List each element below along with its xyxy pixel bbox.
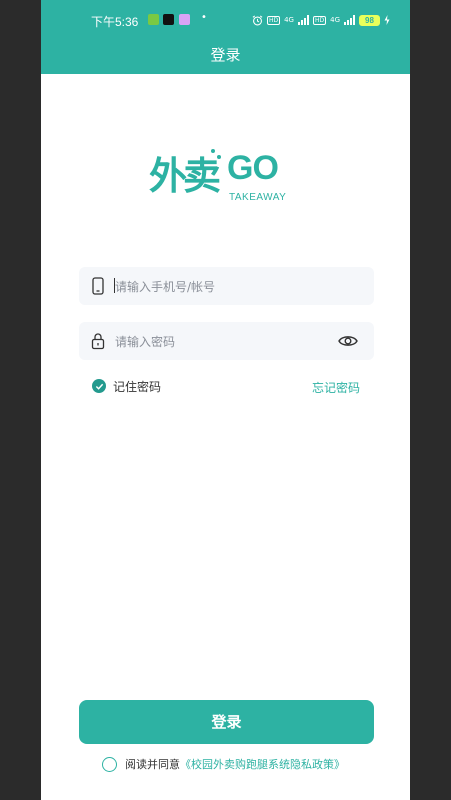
remember-password-label: 记住密码	[113, 379, 162, 394]
phone-field[interactable]: 请输入手机号/帐号	[79, 267, 374, 305]
nav-bar: 登录	[41, 40, 410, 74]
more-notifications-dot: •	[201, 12, 207, 23]
app-notification-icon	[179, 14, 190, 25]
battery-icon: 98	[359, 14, 380, 26]
checkmark-icon[interactable]	[92, 379, 106, 393]
hd-voice-icon: HD	[266, 15, 281, 25]
download-notification-icon	[148, 14, 159, 25]
phone-icon	[92, 277, 104, 295]
password-input[interactable]: 请输入密码	[115, 333, 175, 350]
agree-radio[interactable]	[102, 756, 117, 772]
lock-icon	[91, 333, 105, 350]
hd-voice-icon-2: HD	[312, 15, 327, 25]
privacy-agreement: 阅读并同意 《校园外卖购跑腿系统隐私政策》	[102, 756, 345, 772]
forgot-password-link[interactable]: 忘记密码	[312, 379, 360, 396]
privacy-policy-link[interactable]: 《校园外卖购跑腿系统隐私政策》	[180, 756, 345, 772]
eye-icon[interactable]	[338, 332, 358, 350]
logo-dot	[217, 155, 221, 159]
logo-chinese-text: 外卖	[149, 154, 221, 198]
alarm-icon	[252, 15, 263, 25]
page-title: 登录	[210, 46, 241, 64]
remember-password-toggle[interactable]: 记住密码	[92, 377, 161, 395]
status-time: 下午5:36	[91, 15, 139, 29]
app-logo: 外卖 GO TAKEAWAY	[149, 145, 299, 207]
agree-prefix: 阅读并同意	[125, 758, 180, 771]
logo-english-text: TAKEAWAY	[229, 192, 287, 203]
network-type-2: 4G	[330, 16, 340, 24]
password-field[interactable]: 请输入密码	[79, 322, 374, 360]
login-button[interactable]: 登录	[79, 700, 374, 744]
signal-icon	[297, 15, 309, 25]
logo-dot	[211, 149, 215, 153]
capcut-notification-icon	[163, 14, 174, 25]
app-screen: 下午5:36 • HD 4G HD 4G 98 登录 外卖 GO TAKEAWA…	[41, 0, 410, 800]
status-bar: 下午5:36 • HD 4G HD 4G 98	[41, 0, 410, 40]
network-type-1: 4G	[284, 16, 294, 24]
status-icons: HD 4G HD 4G 98	[252, 13, 390, 27]
logo-go-text: GO	[227, 149, 279, 187]
charging-icon	[384, 15, 390, 25]
signal-icon-2	[344, 15, 355, 25]
phone-input[interactable]: 请输入手机号/帐号	[115, 278, 215, 295]
